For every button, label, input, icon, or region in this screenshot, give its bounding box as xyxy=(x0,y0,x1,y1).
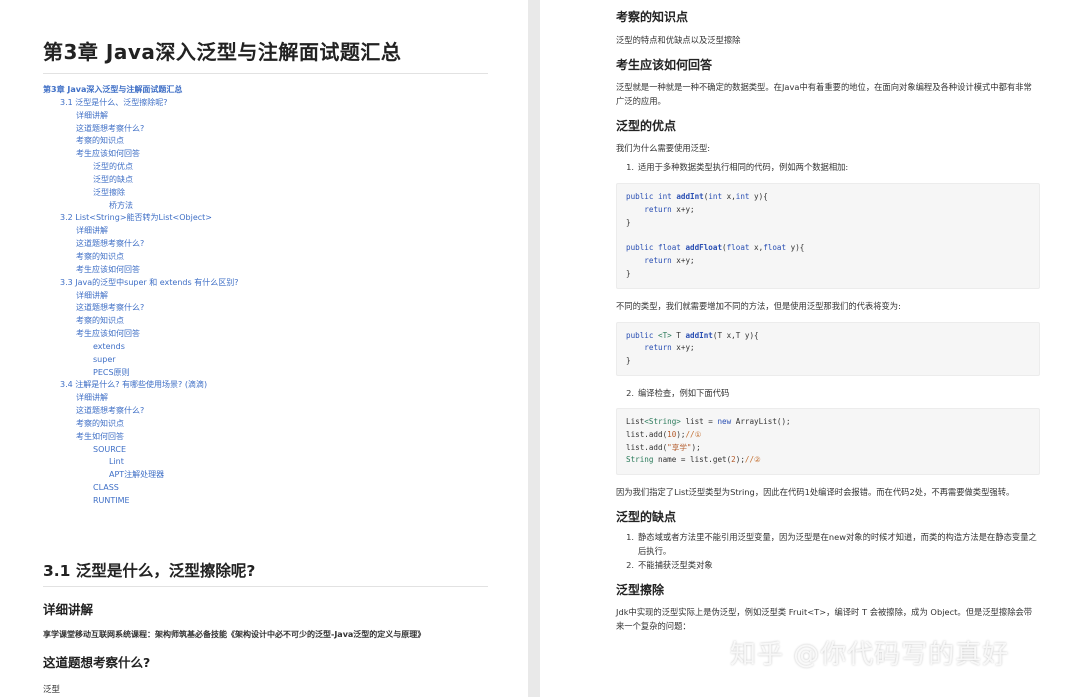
erasure-text: Jdk中实现的泛型实际上是伪泛型，例如泛型类 Fruit<T>，编译时 T 会被… xyxy=(616,607,1033,632)
ordered-list-cons: 1. 静态域或者方法里不能引用泛型变量，因为泛型是在new对象的时候才知道，而类的… xyxy=(616,530,1040,572)
watermark: 知乎 @你代码写的真好 xyxy=(730,640,1010,670)
toc-link[interactable]: 3.1 泛型是什么、泛型擦除呢? xyxy=(43,97,488,110)
code-block-generic-method: public <T> T addInt(T x,T y){ return x+y… xyxy=(616,321,1040,376)
toc-link[interactable]: 考察的知识点 xyxy=(43,315,488,328)
question-heading: 这道题想考察什么? xyxy=(43,654,151,670)
toc-link[interactable]: 这道题想考察什么? xyxy=(43,302,488,315)
toc-link[interactable]: 第3章 Java深入泛型与注解面试题汇总 xyxy=(43,84,488,97)
ordered-list-pros-1: 1. 适用于多种数据类型执行相同的代码，例如两个数据相加: xyxy=(616,160,1040,174)
toc-link[interactable]: 详细讲解 xyxy=(43,392,488,405)
toc-link[interactable]: extends xyxy=(43,341,488,354)
toc-link[interactable]: Lint xyxy=(43,456,488,469)
compile-check-explanation: 因为我们指定了List泛型类型为String，因此在代码1处编译时会报错。而在代… xyxy=(616,487,1015,498)
toc-link[interactable]: 考察的知识点 xyxy=(43,135,488,148)
toc-link[interactable]: 泛型擦除 xyxy=(43,187,488,200)
toc-link[interactable]: APT注解处理器 xyxy=(43,469,488,482)
answer-heading: 考生应该如何回答 xyxy=(616,58,713,72)
toc-link[interactable]: 3.4 注解是什么? 有哪些使用场景? (滴滴) xyxy=(43,379,488,392)
list-number: 1. xyxy=(626,162,634,172)
detail-heading: 详细讲解 xyxy=(43,601,94,617)
toc-link[interactable]: CLASS xyxy=(43,482,488,495)
toc-link[interactable]: 考察的知识点 xyxy=(43,418,488,431)
toc-link[interactable]: 考生如何回答 xyxy=(43,431,488,444)
list-number: 2. xyxy=(626,560,634,571)
list-item: 2. 不能捕获泛型类对象 xyxy=(616,558,1040,572)
knowledge-heading: 考察的知识点 xyxy=(616,10,689,24)
toc-link[interactable]: 考察的知识点 xyxy=(43,251,488,264)
right-document-page: 考察的知识点 泛型的特点和优缺点以及泛型擦除 考生应该如何回答 泛型就是一种就是… xyxy=(540,0,1080,697)
different-types-text: 不同的类型，我们就需要增加不同的方法，但是使用泛型那我们的代表将变为: xyxy=(616,300,901,311)
list-item-text: 适用于多种数据类型执行相同的代码，例如两个数据相加: xyxy=(638,162,849,172)
knowledge-text: 泛型的特点和优缺点以及泛型擦除 xyxy=(616,35,741,45)
list-item: 1. 静态域或者方法里不能引用泛型变量，因为泛型是在new对象的时候才知道，而类的… xyxy=(616,530,1040,558)
toc-link[interactable]: 泛型的缺点 xyxy=(43,174,488,187)
toc-link[interactable]: 泛型的优点 xyxy=(43,161,488,174)
toc-link[interactable]: 考生应该如何回答 xyxy=(43,328,488,341)
toc-link[interactable]: SOURCE xyxy=(43,444,488,457)
toc-link[interactable]: 详细讲解 xyxy=(43,225,488,238)
table-of-contents: 第3章 Java深入泛型与注解面试题汇总 3.1 泛型是什么、泛型擦除呢? 详细讲解… xyxy=(43,84,488,508)
toc-link[interactable]: 详细讲解 xyxy=(43,290,488,303)
list-item-text: 静态域或者方法里不能引用泛型变量，因为泛型是在new对象的时候才知道，而类的构造… xyxy=(638,532,1037,557)
ordered-list-pros-2: 2. 编译检查，例如下面代码 xyxy=(616,386,1040,400)
toc-link[interactable]: PECS原则 xyxy=(43,367,488,380)
toc-link[interactable]: super xyxy=(43,354,488,367)
list-number: 1. xyxy=(626,532,634,543)
toc-link[interactable]: 3.2 List<String>能否转为List<Object> xyxy=(43,212,488,225)
erasure-heading: 泛型擦除 xyxy=(616,583,665,598)
toc-link[interactable]: 桥方法 xyxy=(43,200,488,213)
question-answer: 泛型 xyxy=(43,684,61,695)
pros-heading: 泛型的优点 xyxy=(616,119,677,133)
code-block-compile-check: List<String> list = new ArrayList(); lis… xyxy=(616,407,1040,476)
chapter-title: 第3章 Java深入泛型与注解面试题汇总 xyxy=(43,36,488,74)
list-number: 2. xyxy=(626,387,634,398)
left-document-page: 第3章 Java深入泛型与注解面试题汇总 第3章 Java深入泛型与注解面试题汇… xyxy=(0,0,528,697)
toc-link[interactable]: RUNTIME xyxy=(43,495,488,508)
toc-link[interactable]: 这道题想考察什么? xyxy=(43,238,488,251)
code-block-add-methods: public int addInt(int x,int y){ return x… xyxy=(616,183,1040,289)
cons-heading: 泛型的缺点 xyxy=(616,510,677,525)
list-item: 1. 适用于多种数据类型执行相同的代码，例如两个数据相加: xyxy=(616,160,1040,174)
list-item-text: 不能捕获泛型类对象 xyxy=(638,560,713,571)
section-title: 3.1 泛型是什么，泛型擦除呢? xyxy=(43,559,488,587)
toc-link[interactable]: 考生应该如何回答 xyxy=(43,264,488,277)
toc-link[interactable]: 这道题想考察什么? xyxy=(43,123,488,136)
toc-link[interactable]: 3.3 Java的泛型中super 和 extends 有什么区别? xyxy=(43,277,488,290)
list-item: 2. 编译检查，例如下面代码 xyxy=(616,386,1040,400)
toc-link[interactable]: 考生应该如何回答 xyxy=(43,148,488,161)
answer-text: 泛型就是一种就是一种不确定的数据类型。在Java中有着重要的地位，在面向对象编程… xyxy=(616,82,1032,106)
list-item-text: 编译检查，例如下面代码 xyxy=(638,387,730,398)
toc-link[interactable]: 详细讲解 xyxy=(43,110,488,123)
toc-link[interactable]: 这道题想考察什么? xyxy=(43,405,488,418)
course-reference: 享学课堂移动互联网系统课程：架构师筑基必备技能《架构设计中必不可少的泛型-Jav… xyxy=(43,629,426,639)
why-generics-text: 我们为什么需要使用泛型: xyxy=(616,143,711,153)
